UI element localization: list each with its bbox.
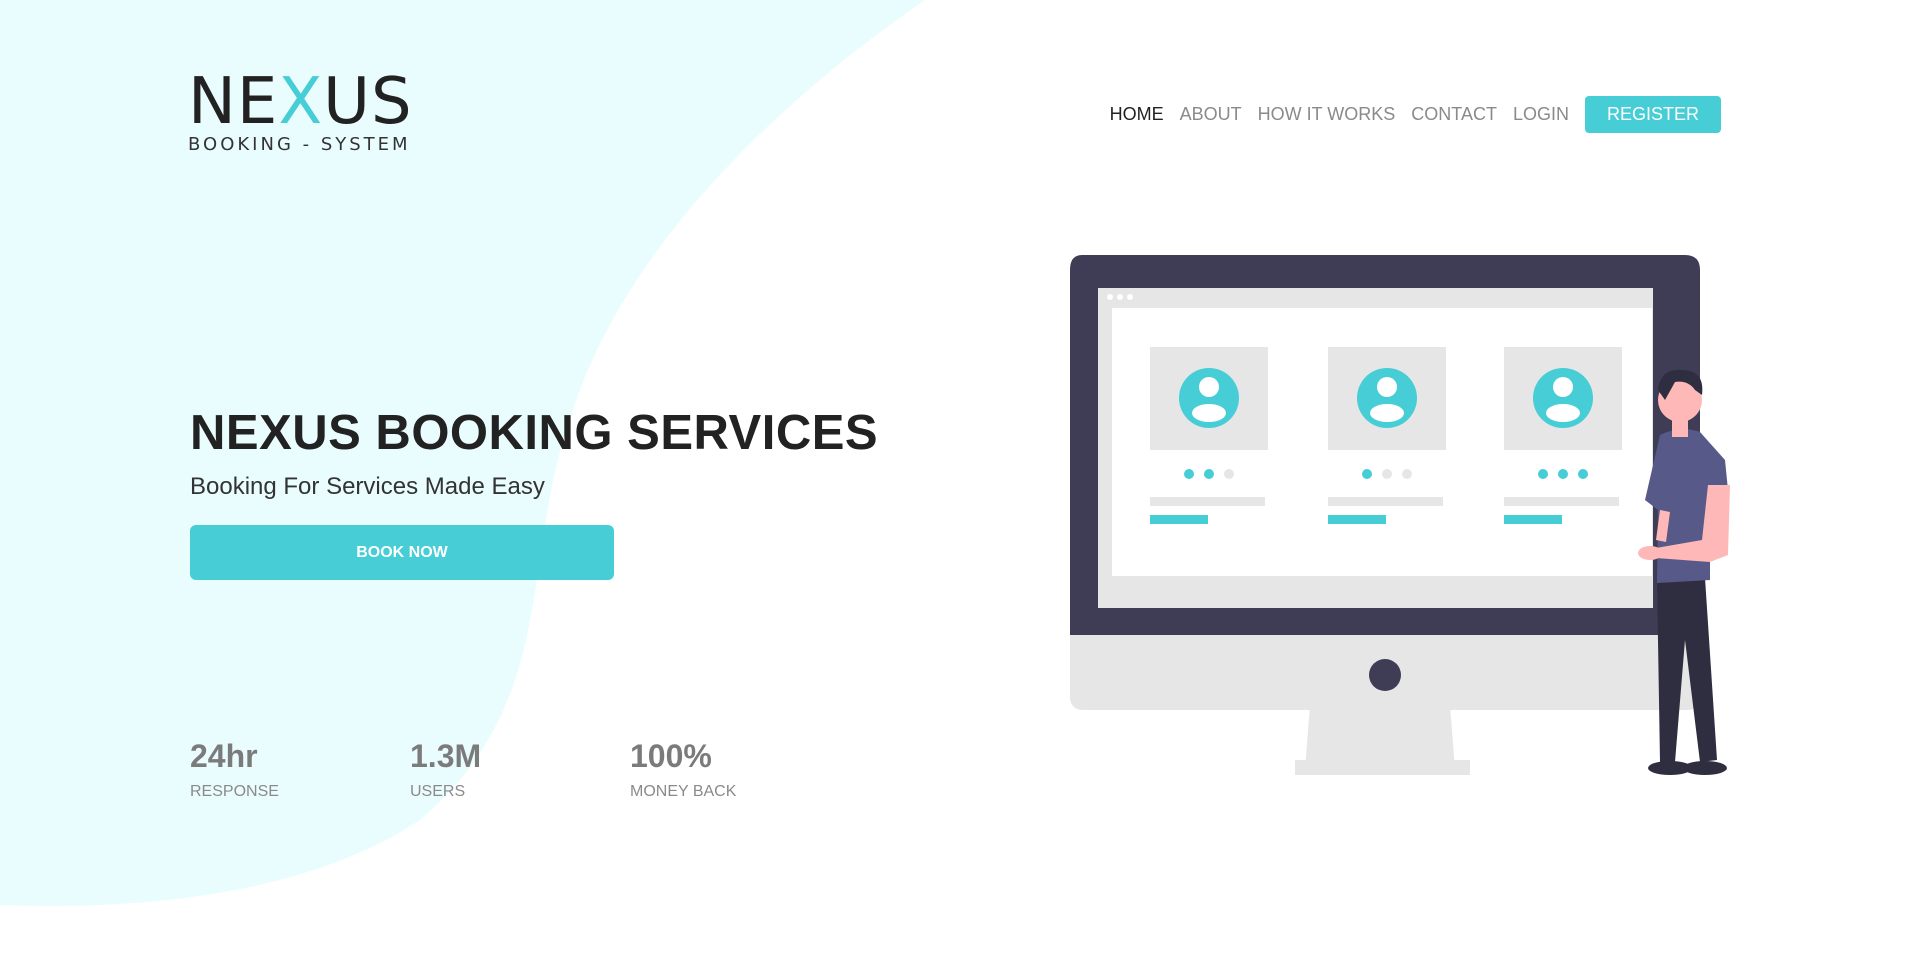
stat-response: 24hr RESPONSE [190,738,410,801]
stat-value: 24hr [190,738,258,774]
profile-card [1504,347,1622,524]
stat-money-back: 100% MONEY BACK [630,738,850,801]
monitor-stand-base [1295,760,1470,775]
nav-item-how-it-works[interactable]: HOW IT WORKS [1258,104,1396,125]
nav-item-about[interactable]: ABOUT [1180,104,1242,125]
stat-label: USERS [410,783,466,800]
hero-title: NEXUS BOOKING SERVICES [190,406,879,460]
hero-illustration [1070,255,1730,775]
nav-item-contact[interactable]: CONTACT [1411,104,1497,125]
stat-label: RESPONSE [190,783,279,800]
stats-section: 24hr RESPONSE 1.3M USERS 100% MONEY BACK [190,738,850,801]
logo-wordmark: NEXUS [188,65,413,139]
profile-card [1150,347,1268,524]
stat-users: 1.3M USERS [410,738,630,801]
register-button[interactable]: REGISTER [1584,96,1721,133]
main-nav: HOME ABOUT HOW IT WORKS CONTACT LOGIN RE… [1094,96,1721,133]
stat-value: 1.3M [410,738,482,774]
logo[interactable]: NEXUS BOOKING - SYSTEM [188,65,413,155]
stat-value: 100% [630,738,712,774]
monitor-power-icon [1369,659,1401,691]
hero-section: NEXUS BOOKING SERVICES Booking For Servi… [190,405,878,580]
window-dot-icon [1117,294,1123,300]
logo-subtitle: BOOKING - SYSTEM [188,134,411,155]
hero-subtitle: Booking For Services Made Easy [190,473,545,500]
nav-item-login[interactable]: LOGIN [1513,104,1569,125]
book-now-button[interactable]: BOOK NOW [190,525,614,580]
stat-label: MONEY BACK [630,783,737,800]
nav-item-home[interactable]: HOME [1110,104,1164,125]
window-dot-icon [1127,294,1133,300]
window-dot-icon [1107,294,1113,300]
profile-card [1328,347,1446,524]
